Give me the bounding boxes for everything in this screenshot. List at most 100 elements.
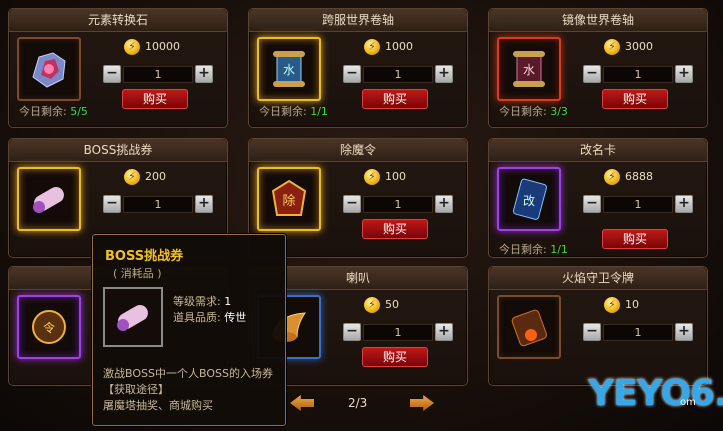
buy-button[interactable]: 购买 xyxy=(362,219,428,239)
gold-coin-icon: ⚡ xyxy=(604,169,620,185)
item-price: 100 xyxy=(385,170,406,183)
svg-text:水: 水 xyxy=(523,63,535,77)
quantity-input[interactable]: 1 xyxy=(123,196,193,213)
token-icon: 令 xyxy=(32,310,66,344)
daily-remaining: 今日剩余: 1/1 xyxy=(499,241,568,257)
plus-button[interactable]: + xyxy=(675,323,693,341)
flame-guard-token-icon xyxy=(511,309,548,347)
plus-button[interactable]: + xyxy=(435,65,453,83)
remaining-label: 今日剩余: xyxy=(19,105,67,118)
item-slot[interactable]: 除 xyxy=(257,167,321,231)
gold-coin-icon: ⚡ xyxy=(124,39,140,55)
level-value: 1 xyxy=(224,295,232,308)
prev-page-arrow-icon[interactable] xyxy=(290,395,314,411)
tooltip-level: 等级需求: 1 xyxy=(173,293,231,309)
challenge-ticket-icon xyxy=(33,187,64,213)
tooltip-source-header: 【获取途径】 xyxy=(103,383,169,396)
svg-text:水: 水 xyxy=(283,63,295,77)
item-title: 元素转换石 xyxy=(9,9,227,32)
quality-value: 传世 xyxy=(224,311,247,324)
quantity-stepper: − 1 + xyxy=(583,65,693,83)
pagination: 2/3 xyxy=(290,392,440,416)
element-stone-icon xyxy=(32,52,66,88)
quantity-input[interactable]: 1 xyxy=(603,196,673,213)
item-title: 火焰守卫令牌 xyxy=(489,267,707,290)
quantity-stepper: − 1 + xyxy=(583,195,693,213)
quantity-stepper: − 1 + xyxy=(343,65,453,83)
buy-button[interactable]: 购买 xyxy=(602,229,668,249)
minus-button[interactable]: − xyxy=(103,195,121,213)
quality-label: 道具品质: xyxy=(173,311,221,324)
tooltip-item-type: ( 消耗品 ) xyxy=(113,267,162,280)
quantity-input[interactable]: 1 xyxy=(123,66,193,83)
item-price: 1000 xyxy=(385,40,413,53)
item-price: 200 xyxy=(145,170,166,183)
challenge-ticket-icon xyxy=(117,305,148,331)
buy-button[interactable]: 购买 xyxy=(362,347,428,367)
minus-button[interactable]: − xyxy=(343,195,361,213)
daily-remaining: 今日剩余: 3/3 xyxy=(499,103,568,119)
plus-button[interactable]: + xyxy=(675,65,693,83)
level-label: 等级需求: xyxy=(173,295,221,308)
minus-button[interactable]: − xyxy=(343,65,361,83)
tooltip-item-slot xyxy=(103,287,163,347)
svg-text:令: 令 xyxy=(43,320,55,335)
shop-item-card: 改名卡 改 ⚡ 6888 − 1 + 购买 今日剩余: 1/1 xyxy=(488,138,708,258)
tooltip-quality: 道具品质: 传世 xyxy=(173,309,246,325)
minus-button[interactable]: − xyxy=(583,195,601,213)
quantity-input[interactable]: 1 xyxy=(363,324,433,341)
quantity-input[interactable]: 1 xyxy=(603,66,673,83)
item-title: 镜像世界卷轴 xyxy=(489,9,707,32)
site-watermark-logo: YEYO6.C xyxy=(588,373,723,414)
item-slot[interactable] xyxy=(17,167,81,231)
plus-button[interactable]: + xyxy=(435,323,453,341)
remaining-count: 1/1 xyxy=(550,243,568,256)
next-page-arrow-icon[interactable] xyxy=(410,395,434,411)
quantity-stepper: − 1 + xyxy=(103,195,213,213)
item-slot[interactable]: 令 xyxy=(17,295,81,359)
daily-remaining: 今日剩余: 5/5 xyxy=(19,103,88,119)
minus-button[interactable]: − xyxy=(343,323,361,341)
site-watermark-suffix: om xyxy=(680,397,696,408)
page-indicator: 2/3 xyxy=(348,396,368,410)
daily-remaining: 今日剩余: 1/1 xyxy=(259,103,328,119)
item-slot[interactable]: 水 xyxy=(257,37,321,101)
gold-coin-icon: ⚡ xyxy=(364,297,380,313)
quantity-input[interactable]: 1 xyxy=(363,196,433,213)
tooltip-description: 激战BOSS中一个人BOSS的入场券 xyxy=(103,367,273,380)
gold-coin-icon: ⚡ xyxy=(364,39,380,55)
item-slot[interactable] xyxy=(17,37,81,101)
shop-item-card: 镜像世界卷轴 水 ⚡ 3000 − 1 + 购买 今日剩余: 3/3 xyxy=(488,8,708,128)
gold-coin-icon: ⚡ xyxy=(124,169,140,185)
plus-button[interactable]: + xyxy=(675,195,693,213)
minus-button[interactable]: − xyxy=(583,323,601,341)
quantity-stepper: − 1 + xyxy=(103,65,213,83)
item-slot[interactable]: 改 xyxy=(497,167,561,231)
plus-button[interactable]: + xyxy=(195,65,213,83)
item-slot[interactable] xyxy=(497,295,561,359)
item-price: 50 xyxy=(385,298,399,311)
item-price: 10 xyxy=(625,298,639,311)
item-title: 除魔令 xyxy=(249,139,467,162)
item-title: 跨服世界卷轴 xyxy=(249,9,467,32)
tooltip-source: 屠魔塔抽奖、商城购买 xyxy=(103,399,213,412)
mirror-scroll-icon: 水 xyxy=(513,51,545,87)
plus-button[interactable]: + xyxy=(435,195,453,213)
buy-button[interactable]: 购买 xyxy=(602,89,668,109)
scroll-icon: 水 xyxy=(273,51,305,87)
buy-button[interactable]: 购买 xyxy=(122,89,188,109)
item-tooltip: BOSS挑战券 ( 消耗品 ) 等级需求: 1 道具品质: 传世 激战BOSS中… xyxy=(92,234,286,426)
tooltip-item-name: BOSS挑战券 xyxy=(105,249,184,264)
minus-button[interactable]: − xyxy=(103,65,121,83)
shop-item-card: 跨服世界卷轴 水 ⚡ 1000 − 1 + 购买 今日剩余: 1/1 xyxy=(248,8,468,128)
quantity-input[interactable]: 1 xyxy=(363,66,433,83)
plus-button[interactable]: + xyxy=(195,195,213,213)
remaining-count: 1/1 xyxy=(310,105,328,118)
buy-button[interactable]: 购买 xyxy=(362,89,428,109)
item-slot[interactable]: 水 xyxy=(497,37,561,101)
quantity-input[interactable]: 1 xyxy=(603,324,673,341)
demon-token-icon: 除 xyxy=(271,179,307,216)
minus-button[interactable]: − xyxy=(583,65,601,83)
shop-item-card: 元素转换石 ⚡ 10000 − 1 + 购买 今日剩余: 5/5 xyxy=(8,8,228,128)
quantity-stepper: − 1 + xyxy=(583,323,693,341)
